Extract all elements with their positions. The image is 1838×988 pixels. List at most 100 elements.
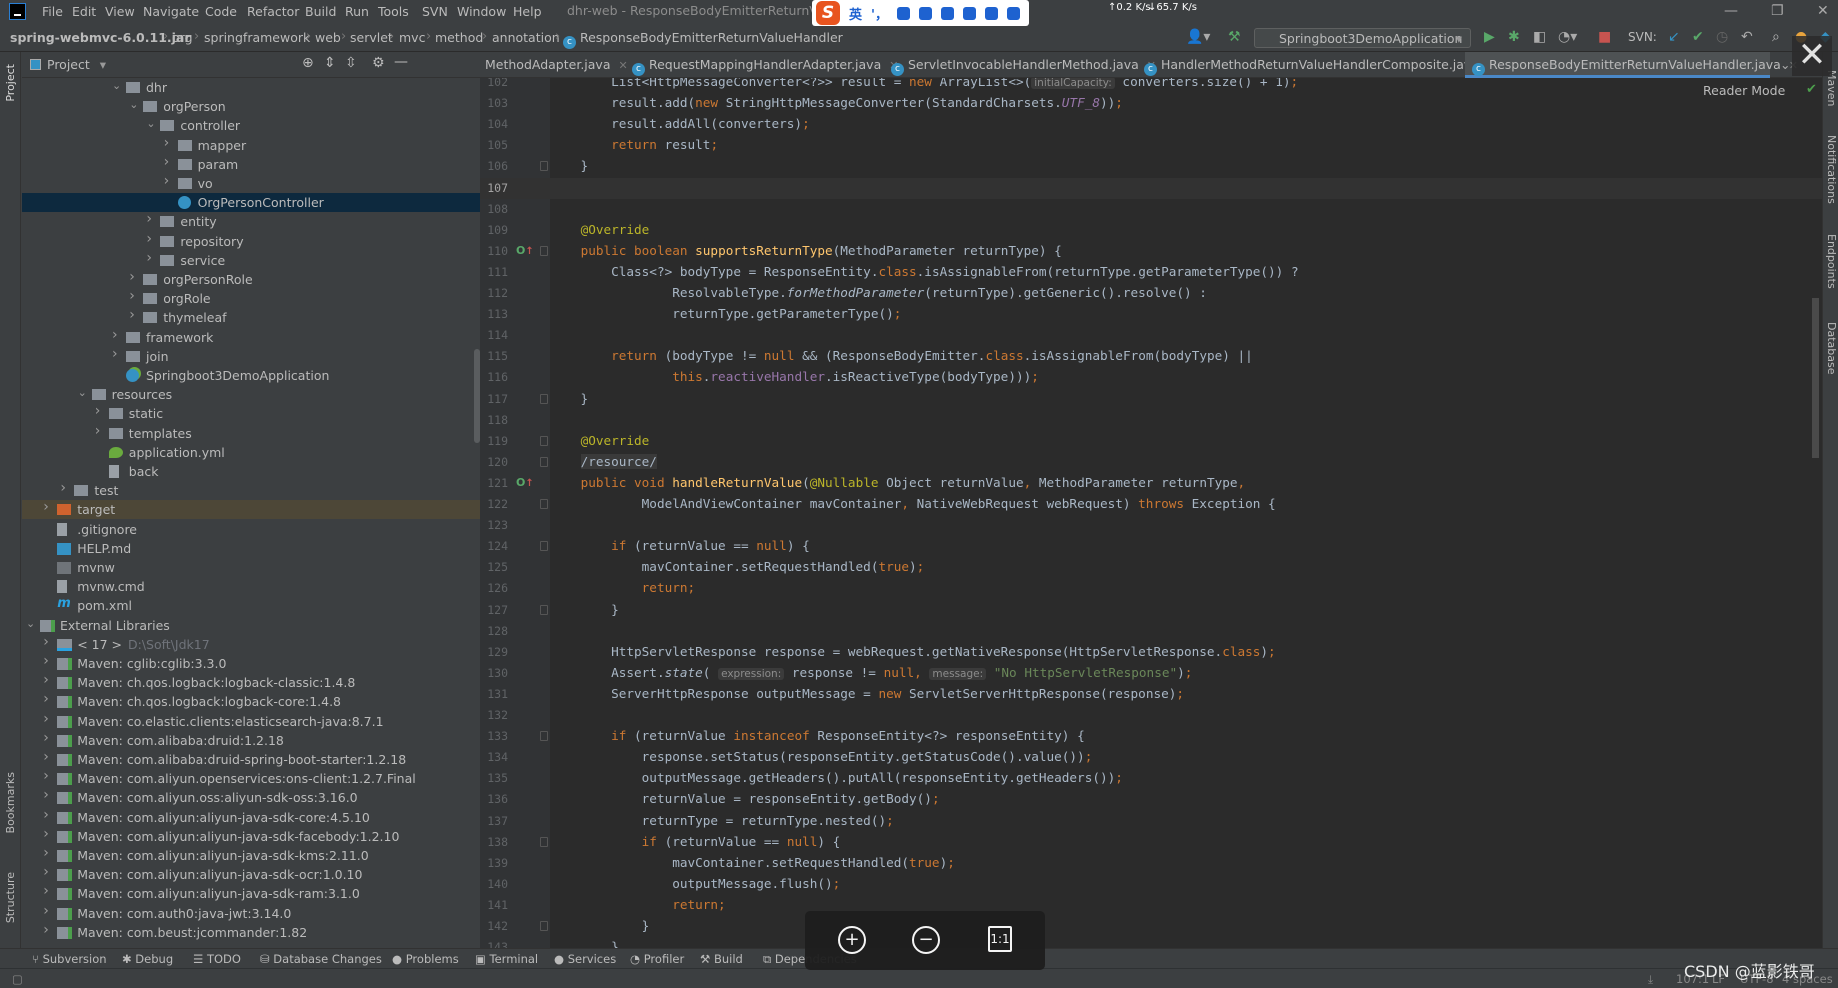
tree-item[interactable]: › orgRole bbox=[22, 288, 480, 308]
tree-item[interactable]: › entity bbox=[22, 211, 480, 231]
tabs-overflow-chevron-icon[interactable]: ⌄ bbox=[1780, 57, 1790, 72]
tree-item[interactable]: mvnw.cmd bbox=[22, 577, 480, 596]
tree-item[interactable]: ⌄ External Libraries bbox=[22, 616, 480, 635]
chevron-right-icon[interactable]: › bbox=[112, 346, 118, 362]
search-icon[interactable]: ⌕ bbox=[1772, 29, 1780, 45]
tree-item[interactable]: › Maven: co.elastic.clients:elasticsearch… bbox=[22, 711, 480, 731]
ime-punctuation[interactable]: '， bbox=[871, 4, 888, 23]
chevron-right-icon[interactable]: › bbox=[112, 327, 118, 343]
tree-item[interactable]: › vo bbox=[22, 173, 480, 193]
chevron-right-icon[interactable]: › bbox=[146, 250, 152, 266]
tree-item[interactable]: › Maven: ch.qos.logback:logback-core:1.4.… bbox=[22, 691, 480, 711]
chevron-right-icon[interactable]: › bbox=[164, 173, 170, 189]
tree-item[interactable]: › framework bbox=[22, 327, 480, 347]
debug-icon[interactable]: ✱ bbox=[1508, 29, 1520, 45]
tree-item[interactable]: m pom.xml bbox=[22, 596, 480, 615]
tree-item[interactable]: Springboot3DemoApplication bbox=[22, 366, 480, 385]
ime-toolbar[interactable]: S 英 '， bbox=[812, 0, 1029, 26]
breadcrumb-springframework[interactable]: springframework bbox=[204, 30, 310, 45]
collapse-all-icon[interactable]: ⇳ bbox=[345, 55, 357, 71]
tree-item[interactable]: › < 17 > D:\Soft\Jdk17 bbox=[22, 634, 480, 654]
menu-file[interactable]: File bbox=[42, 4, 63, 19]
hide-panel-icon[interactable]: — bbox=[394, 54, 408, 70]
fold-marker-icon[interactable] bbox=[540, 604, 548, 615]
project-tool-button[interactable]: Project bbox=[4, 64, 17, 102]
menu-edit[interactable]: Edit bbox=[72, 4, 96, 19]
chevron-right-icon[interactable]: › bbox=[43, 807, 49, 823]
chevron-right-icon[interactable]: › bbox=[43, 903, 49, 919]
fold-marker-icon[interactable] bbox=[540, 456, 548, 467]
tree-item[interactable]: › mapper bbox=[22, 135, 480, 155]
build-hammer-icon[interactable]: ⚒ bbox=[1228, 29, 1241, 45]
breadcrumb-org[interactable]: org bbox=[172, 30, 193, 45]
menu-build[interactable]: Build bbox=[305, 4, 336, 19]
breadcrumb-mvc[interactable]: mvc bbox=[399, 30, 425, 45]
breadcrumb-class[interactable]: c ResponseBodyEmitterReturnValueHandler bbox=[563, 30, 843, 49]
tree-item[interactable]: › service bbox=[22, 250, 480, 270]
tab-response-body-emitter-return-value-handler[interactable]: c ResponseBodyEmitterReturnValueHandler.… bbox=[1465, 52, 1798, 78]
tool-problems[interactable]: ● Problems bbox=[392, 952, 459, 966]
chevron-right-icon[interactable]: › bbox=[43, 499, 49, 515]
tree-item[interactable]: ⌄ orgPerson bbox=[22, 97, 480, 116]
restore-button[interactable]: ❐ bbox=[1771, 3, 1784, 19]
menu-help[interactable]: Help bbox=[513, 4, 542, 19]
tree-item[interactable]: › Maven: com.aliyun.openservices:ons-clie… bbox=[22, 768, 480, 788]
history-icon[interactable]: ◷ bbox=[1716, 29, 1728, 45]
chevron-right-icon[interactable]: › bbox=[43, 768, 49, 784]
chevron-right-icon[interactable]: › bbox=[95, 423, 101, 439]
tab-method-adapter[interactable]: MethodAdapter.java ✕ bbox=[480, 52, 630, 78]
ime-menu-icon[interactable] bbox=[1007, 6, 1020, 20]
toggle-tool-windows-icon[interactable]: ▢ bbox=[12, 972, 23, 986]
overrides-method-icon[interactable]: O bbox=[516, 244, 534, 257]
fold-marker-icon[interactable] bbox=[540, 393, 548, 404]
chevron-down-icon[interactable]: ⌄ bbox=[78, 386, 87, 399]
chevron-right-icon[interactable]: › bbox=[129, 269, 135, 285]
chevron-down-icon[interactable]: ⌄ bbox=[112, 79, 121, 92]
ime-voice-icon[interactable] bbox=[919, 6, 932, 20]
ime-user-icon[interactable] bbox=[963, 6, 976, 20]
minimize-button[interactable]: — bbox=[1724, 3, 1738, 19]
menu-navigate[interactable]: Navigate bbox=[143, 4, 199, 19]
tool-terminal[interactable]: ▣ Terminal bbox=[475, 952, 538, 966]
chevron-right-icon[interactable]: › bbox=[43, 922, 49, 938]
chevron-right-icon[interactable]: › bbox=[43, 711, 49, 727]
tree-item[interactable]: › Maven: com.aliyun:aliyun-java-sdk-faceb… bbox=[22, 826, 480, 846]
chevron-right-icon[interactable]: › bbox=[129, 307, 135, 323]
fold-marker-icon[interactable] bbox=[540, 245, 548, 256]
profile-icon[interactable]: ◔▾ bbox=[1558, 29, 1577, 45]
chevron-right-icon[interactable]: › bbox=[129, 288, 135, 304]
chevron-right-icon[interactable]: › bbox=[43, 672, 49, 688]
tree-item[interactable]: › orgPersonRole bbox=[22, 269, 480, 289]
ime-skin-icon[interactable] bbox=[985, 6, 998, 20]
zoom-in-icon[interactable]: + bbox=[838, 926, 866, 954]
menu-svn[interactable]: SVN bbox=[422, 4, 448, 19]
ime-keyboard-icon[interactable] bbox=[941, 6, 954, 20]
tree-item[interactable]: › Maven: com.auth0:java-jwt:3.14.0 bbox=[22, 903, 480, 923]
tool-todo[interactable]: ☰ TODO bbox=[193, 952, 241, 966]
tree-item[interactable]: › Maven: com.aliyun.oss:aliyun-sdk-oss:3.… bbox=[22, 787, 480, 807]
project-view-select[interactable]: Project ▾ bbox=[47, 57, 106, 72]
run-config-select[interactable]: Springboot3DemoApplication ▾ bbox=[1254, 28, 1471, 48]
tree-item[interactable]: HELP.md bbox=[22, 539, 480, 558]
editor-scrollbar[interactable] bbox=[1812, 298, 1819, 458]
tool-subversion[interactable]: ⑂ Subversion bbox=[32, 952, 107, 966]
menu-view[interactable]: View bbox=[105, 4, 135, 19]
fold-marker-icon[interactable] bbox=[540, 541, 548, 552]
breadcrumb-annotation[interactable]: annotation bbox=[492, 30, 560, 45]
tree-item[interactable]: › target bbox=[22, 499, 480, 520]
tool-database-changes[interactable]: ⛁ Database Changes bbox=[260, 952, 382, 966]
database-tool-button[interactable]: Database bbox=[1825, 322, 1838, 375]
vcs-user-icon[interactable]: 👤▾ bbox=[1186, 29, 1210, 45]
tree-item[interactable]: › join bbox=[22, 346, 480, 366]
breadcrumb-web[interactable]: web bbox=[315, 30, 341, 45]
menu-code[interactable]: Code bbox=[205, 4, 237, 19]
ime-emoji-icon[interactable] bbox=[897, 6, 910, 20]
locate-icon[interactable]: ⊕ bbox=[302, 55, 314, 71]
chevron-right-icon[interactable]: › bbox=[43, 653, 49, 669]
window-close-button[interactable]: ✕ bbox=[1817, 3, 1829, 19]
reader-mode-toggle[interactable]: Reader Mode bbox=[1703, 83, 1785, 98]
endpoints-tool-button[interactable]: Endpoints bbox=[1825, 234, 1838, 289]
tab-servlet-invocable-handler-method[interactable]: c ServletInvocableHandlerMethod.java✕ bbox=[886, 52, 1156, 78]
tree-item[interactable]: › Maven: cglib:cglib:3.3.0 bbox=[22, 653, 480, 673]
tree-item[interactable]: › Maven: com.aliyun:aliyun-java-sdk-ram:3… bbox=[22, 883, 480, 903]
